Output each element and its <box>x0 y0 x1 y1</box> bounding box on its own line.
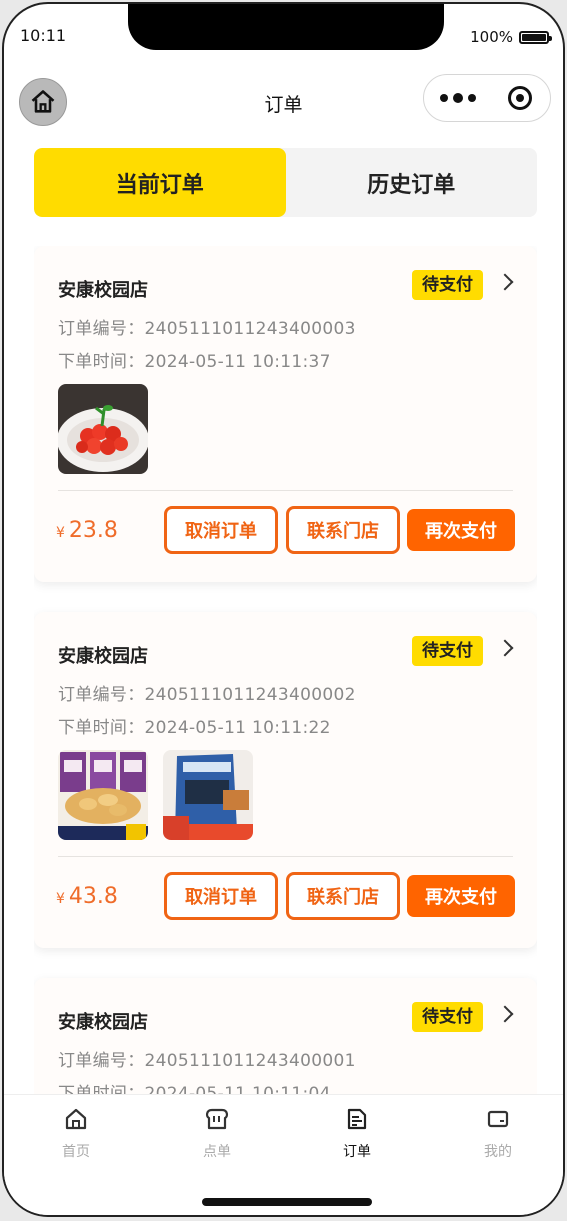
close-target-icon[interactable] <box>508 86 532 110</box>
cancel-order-button[interactable]: 取消订单 <box>164 872 278 920</box>
order-card[interactable]: 安康校园店 待支付 订单编号：2405111011243400002 下单时间：… <box>34 612 537 948</box>
status-badge: 待支付 <box>412 270 483 300</box>
order-number: 订单编号：2405111011243400003 <box>58 319 356 339</box>
battery-percent: 100% <box>470 28 513 46</box>
status-time: 10:11 <box>20 26 67 45</box>
cherry-tomatoes-image <box>58 384 148 474</box>
tab-current-orders[interactable]: 当前订单 <box>34 148 286 217</box>
tab-history-orders[interactable]: 历史订单 <box>286 148 538 217</box>
tab-label: 首页 <box>62 1144 90 1160</box>
pay-again-button[interactable]: 再次支付 <box>407 875 515 917</box>
tab-orders[interactable]: 订单 <box>317 1107 397 1161</box>
pay-again-button[interactable]: 再次支付 <box>407 509 515 551</box>
order-time: 下单时间：2024-05-11 10:11:04 <box>58 1084 331 1094</box>
store-name: 安康校园店 <box>58 646 148 667</box>
wallet-icon <box>487 1110 509 1128</box>
store-name: 安康校园店 <box>58 1012 148 1033</box>
order-time: 下单时间：2024-05-11 10:11:22 <box>58 718 331 738</box>
card-divider <box>58 490 513 491</box>
order-price: ¥23.8 <box>56 518 118 543</box>
contact-store-button[interactable]: 联系门店 <box>286 506 400 554</box>
order-list[interactable]: 安康校园店 待支付 订单编号：2405111011243400003 下单时间：… <box>34 246 537 1094</box>
notch <box>128 4 444 50</box>
more-icon[interactable] <box>440 92 476 103</box>
battery-icon <box>519 30 552 44</box>
chevron-right-icon[interactable] <box>496 1005 514 1023</box>
tab-profile[interactable]: 我的 <box>458 1107 538 1161</box>
order-card[interactable]: 安康校园店 待支付 订单编号：2405111011243400001 下单时间：… <box>34 978 537 1094</box>
home-indicator <box>202 1198 372 1206</box>
order-number: 订单编号：2405111011243400001 <box>58 1051 356 1071</box>
order-time: 下单时间：2024-05-11 10:11:37 <box>58 352 331 372</box>
order-price: ¥43.8 <box>56 884 118 909</box>
contact-store-button[interactable]: 联系门店 <box>286 872 400 920</box>
tab-menu[interactable]: 点单 <box>177 1107 257 1161</box>
home-icon <box>65 1108 87 1130</box>
tab-label: 订单 <box>343 1144 371 1160</box>
miniprogram-capsule <box>423 74 551 122</box>
chevron-right-icon[interactable] <box>496 639 514 657</box>
tab-label: 我的 <box>484 1144 512 1160</box>
snack-chips-image <box>58 750 148 840</box>
status-battery: 100% <box>470 28 552 46</box>
bread-icon <box>205 1108 229 1130</box>
chevron-right-icon[interactable] <box>496 273 514 291</box>
store-name: 安康校园店 <box>58 280 148 301</box>
orders-icon <box>347 1108 367 1130</box>
cancel-order-button[interactable]: 取消订单 <box>164 506 278 554</box>
status-badge: 待支付 <box>412 1002 483 1032</box>
order-tabs: 当前订单 历史订单 <box>34 148 537 217</box>
status-badge: 待支付 <box>412 636 483 666</box>
order-card[interactable]: 安康校园店 待支付 订单编号：2405111011243400003 下单时间：… <box>34 246 537 582</box>
snack-pack-image <box>163 750 253 840</box>
tab-home[interactable]: 首页 <box>36 1107 116 1161</box>
order-number: 订单编号：2405111011243400002 <box>58 685 356 705</box>
card-divider <box>58 856 513 857</box>
tab-label: 点单 <box>203 1144 231 1160</box>
phone-frame: 10:11 100% 订单 当前订单 历史订单 安康校园店 待支付 订单编号：2… <box>2 2 565 1217</box>
